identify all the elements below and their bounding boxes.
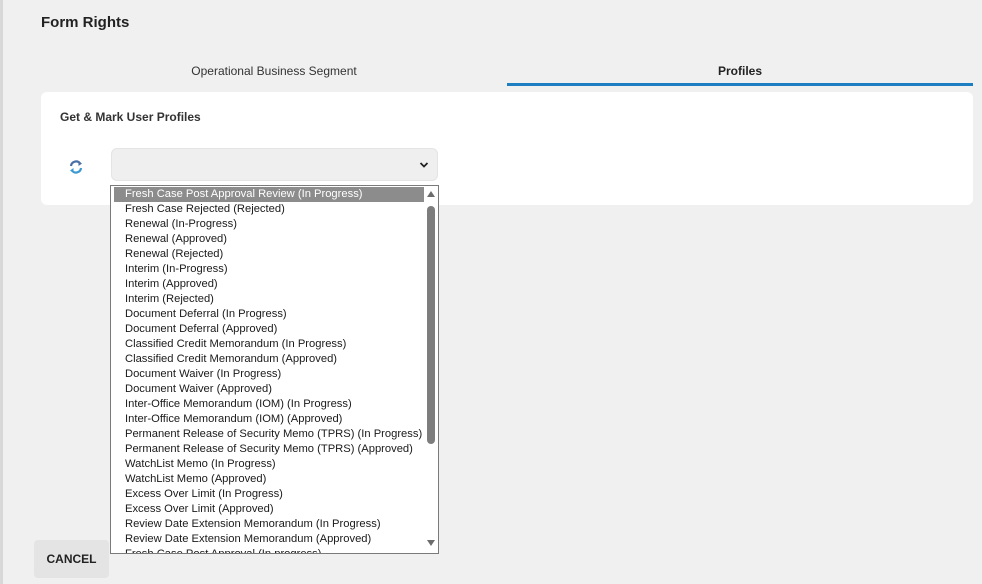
dropdown-option[interactable]: Document Deferral (Approved) [111, 322, 424, 337]
dropdown-option[interactable]: Document Waiver (Approved) [111, 382, 424, 397]
dropdown-option[interactable]: Review Date Extension Memorandum (Approv… [111, 532, 424, 547]
card-title: Get & Mark User Profiles [60, 110, 201, 124]
profile-dropdown-list[interactable]: Fresh Case Post Approval Review (In Prog… [110, 185, 439, 554]
tab-bar: Operational Business Segment Profiles [41, 58, 973, 86]
profile-select[interactable] [111, 148, 438, 181]
dropdown-option[interactable]: Review Date Extension Memorandum (In Pro… [111, 517, 424, 532]
dropdown-option[interactable]: WatchList Memo (Approved) [111, 472, 424, 487]
dropdown-option[interactable]: Excess Over Limit (Approved) [111, 502, 424, 517]
dropdown-option[interactable]: Renewal (Rejected) [111, 247, 424, 262]
dropdown-option[interactable]: Classified Credit Memorandum (In Progres… [111, 337, 424, 352]
refresh-icon[interactable] [68, 159, 84, 175]
page-title: Form Rights [41, 14, 130, 31]
tab-profiles[interactable]: Profiles [507, 58, 973, 86]
dropdown-option[interactable]: Inter-Office Memorandum (IOM) (Approved) [111, 412, 424, 427]
dropdown-option[interactable]: Excess Over Limit (In Progress) [111, 487, 424, 502]
dropdown-option[interactable]: Document Waiver (In Progress) [111, 367, 424, 382]
dropdown-option[interactable]: Classified Credit Memorandum (Approved) [111, 352, 424, 367]
dropdown-option[interactable]: Permanent Release of Security Memo (TPRS… [111, 442, 424, 457]
dropdown-option[interactable]: Interim (Rejected) [111, 292, 424, 307]
dropdown-option[interactable]: WatchList Memo (In Progress) [111, 457, 424, 472]
scroll-down-arrow-icon[interactable] [427, 540, 435, 546]
dropdown-option[interactable]: Inter-Office Memorandum (IOM) (In Progre… [111, 397, 424, 412]
cancel-button[interactable]: CANCEL [34, 540, 109, 578]
dropdown-scrollbar[interactable] [424, 186, 438, 553]
dropdown-option[interactable]: Renewal (In-Progress) [111, 217, 424, 232]
left-edge-divider [0, 0, 3, 584]
dropdown-option[interactable]: Permanent Release of Security Memo (TPRS… [111, 427, 424, 442]
dropdown-option[interactable]: Fresh Case Post Approval (In progress) [111, 547, 424, 553]
dropdown-option[interactable]: Renewal (Approved) [111, 232, 424, 247]
dropdown-options: Fresh Case Post Approval Review (In Prog… [111, 186, 424, 553]
scroll-up-arrow-icon[interactable] [427, 191, 435, 197]
dropdown-option[interactable]: Fresh Case Post Approval Review (In Prog… [114, 187, 424, 202]
dropdown-option[interactable]: Document Deferral (In Progress) [111, 307, 424, 322]
dropdown-option[interactable]: Interim (In-Progress) [111, 262, 424, 277]
tab-operational-business-segment[interactable]: Operational Business Segment [41, 58, 507, 86]
chevron-down-icon [419, 162, 429, 168]
dropdown-option[interactable]: Fresh Case Rejected (Rejected) [111, 202, 424, 217]
dropdown-option[interactable]: Interim (Approved) [111, 277, 424, 292]
scroll-thumb[interactable] [427, 206, 435, 444]
